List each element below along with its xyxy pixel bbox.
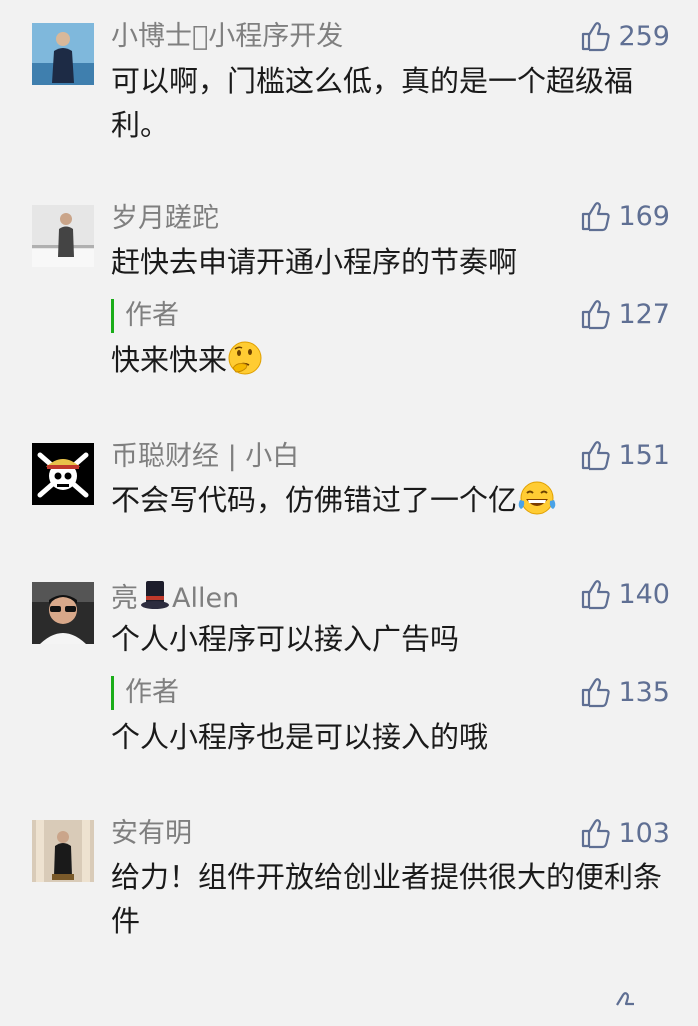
like-count: 103 (618, 817, 670, 849)
like-button[interactable]: 259 (580, 18, 670, 54)
like-count: 127 (618, 298, 670, 330)
comment-text: 给力！组件开放给创业者提供很大的便利条件 (111, 860, 663, 938)
commenter-name-suffix: Allen (172, 583, 240, 614)
avatar[interactable] (32, 205, 94, 267)
commenter-name[interactable]: 安有明 (111, 817, 192, 851)
commenter-name: 亮 (111, 583, 138, 614)
thumbs-up-icon (580, 676, 612, 708)
thumbs-up-icon (580, 578, 612, 610)
author-reply-text: 个人小程序也是可以接入的哦 (111, 720, 489, 754)
like-count: 259 (618, 20, 670, 52)
commenter-name[interactable]: 币聪财经 | 小白 (111, 440, 299, 474)
top-hat-icon (140, 579, 170, 620)
like-count: 140 (618, 578, 670, 610)
like-button[interactable]: 127 (580, 296, 670, 332)
author-reply-text: 快来快来 (111, 338, 671, 388)
like-count: 135 (618, 676, 670, 708)
reply-text: 快来快来 (111, 343, 228, 377)
comment-text: 不会写代码，仿佛错过了一个亿 (111, 483, 518, 517)
like-button[interactable]: 169 (580, 198, 670, 234)
thinking-face-icon (227, 340, 263, 388)
thumbs-up-icon (580, 817, 612, 849)
tears-of-joy-icon (517, 480, 557, 528)
avatar[interactable] (32, 23, 94, 85)
like-count: 169 (618, 200, 670, 232)
avatar[interactable] (32, 582, 94, 644)
comment-text: 赶快去申请开通小程序的节奏啊 (111, 245, 518, 279)
thumbs-up-icon (580, 439, 612, 471)
thumbs-up-icon (580, 200, 612, 232)
like-button[interactable]: 151 (580, 437, 670, 473)
commenter-name[interactable]: 岁月蹉跎 (111, 202, 219, 236)
author-reply-label: 作者 (111, 299, 179, 333)
comment-text: 可以啊，门槛这么低，真的是一个超级福利。 (111, 64, 634, 142)
thumbs-up-icon (580, 20, 612, 52)
avatar[interactable] (32, 820, 94, 882)
comment-text: 个人小程序可以接入广告吗 (111, 622, 460, 656)
commenter-name-row[interactable]: 亮 Allen (111, 579, 239, 620)
avatar[interactable] (32, 443, 94, 505)
like-count: 151 (618, 439, 670, 471)
comment-text-row: 不会写代码，仿佛错过了一个亿 (111, 478, 671, 528)
commenter-name[interactable]: 小博士 小程序开发 (111, 20, 343, 54)
like-button[interactable]: 135 (580, 674, 670, 710)
like-button[interactable]: 103 (580, 815, 670, 851)
like-button[interactable]: 140 (580, 576, 670, 612)
thumbs-up-icon (580, 298, 612, 330)
thumbs-up-icon[interactable] (608, 990, 640, 1026)
author-reply-label: 作者 (111, 676, 179, 710)
